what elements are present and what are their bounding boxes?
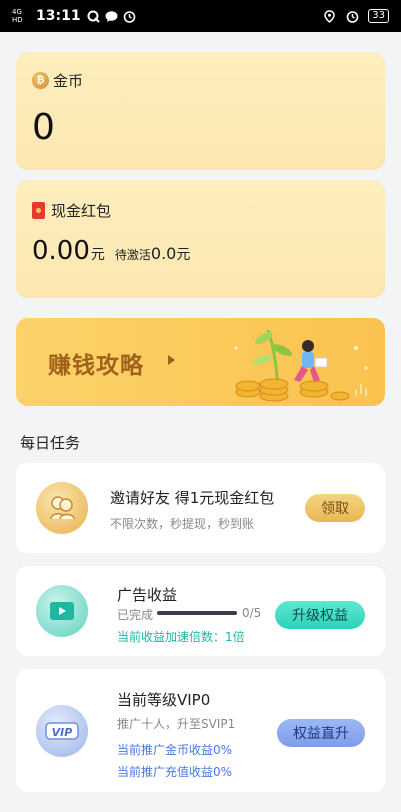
- earning-guide-banner[interactable]: 赚钱攻略: [16, 318, 385, 406]
- cash-red-packet-card[interactable]: 现金红包 0.00 元 待激活 0.0 元: [16, 180, 385, 298]
- vip-title: 当前等级VIP0: [117, 691, 211, 709]
- ad-status-label: 已完成: [117, 608, 154, 622]
- vip-coin-bonus: 当前推广金币收益0%: [117, 743, 233, 757]
- coins-header: ₿ 金币: [32, 70, 83, 91]
- vip-recharge-bonus: 当前推广充值收益0%: [117, 765, 233, 779]
- red-packet-amount-row: 0.00 元 待激活 0.0 元: [32, 236, 190, 266]
- upgrade-rights-button[interactable]: 升级权益: [275, 601, 365, 629]
- invite-subtitle: 不限次数，秒提现，秒到账: [110, 517, 255, 531]
- chevron-right-icon: [168, 355, 175, 365]
- ad-multiplier: 当前收益加速倍数：1倍: [117, 630, 245, 644]
- red-packet-label: 现金红包: [51, 202, 112, 220]
- invite-friends-task: 邀请好友 得1元现金红包 不限次数，秒提现，秒到账 领取: [16, 463, 385, 553]
- ad-progress-text: 0/5: [242, 606, 262, 620]
- red-packet-amount: 0.00: [32, 236, 90, 266]
- q-app-icon: [87, 9, 101, 23]
- coins-value: 0: [32, 107, 55, 148]
- red-packet-header: 现金红包: [32, 200, 111, 221]
- direct-upgrade-button[interactable]: 权益直升: [277, 719, 365, 747]
- status-bar: 4G HD 13:11 33: [0, 0, 401, 32]
- banner-title: 赚钱攻略: [48, 353, 144, 379]
- vip-badge-icon: VIP: [36, 705, 88, 757]
- claim-button[interactable]: 领取: [305, 494, 365, 522]
- message-icon: [105, 9, 119, 23]
- status-time: 13:11: [36, 8, 81, 24]
- invite-title: 邀请好友 得1元现金红包: [110, 489, 275, 507]
- alarm-icon: [345, 9, 359, 23]
- battery-indicator: 33: [368, 9, 389, 23]
- ad-revenue-title: 广告收益: [117, 586, 178, 604]
- coins-card[interactable]: ₿ 金币 0: [16, 52, 385, 170]
- daily-tasks-title: 每日任务: [20, 434, 81, 452]
- vip-subtitle: 推广十人，升至SVIP1: [117, 717, 236, 731]
- coin-icon: ₿: [32, 72, 49, 89]
- pending-label: 待激活: [114, 248, 151, 262]
- pending-amount: 0.0: [150, 244, 177, 263]
- red-packet-unit: 元: [90, 247, 105, 263]
- network-indicator: 4G HD: [12, 8, 23, 24]
- pending-unit: 元: [176, 247, 191, 263]
- alarm-icon: [123, 9, 137, 23]
- location-icon: [322, 9, 336, 23]
- vip-icon-text: VIP: [52, 726, 73, 739]
- red-packet-icon: [32, 202, 45, 219]
- ad-revenue-task: 广告收益 已完成 0/5 当前收益加速倍数：1倍 升级权益: [16, 566, 385, 656]
- ad-progress-bar: [157, 611, 237, 615]
- coins-label: 金币: [53, 72, 84, 90]
- vip-level-task: VIP 当前等级VIP0 推广十人，升至SVIP1 当前推广金币收益0% 当前推…: [16, 669, 385, 792]
- invite-friends-icon: [36, 482, 88, 534]
- video-play-icon: [36, 585, 88, 637]
- coins-illustration: [234, 329, 368, 402]
